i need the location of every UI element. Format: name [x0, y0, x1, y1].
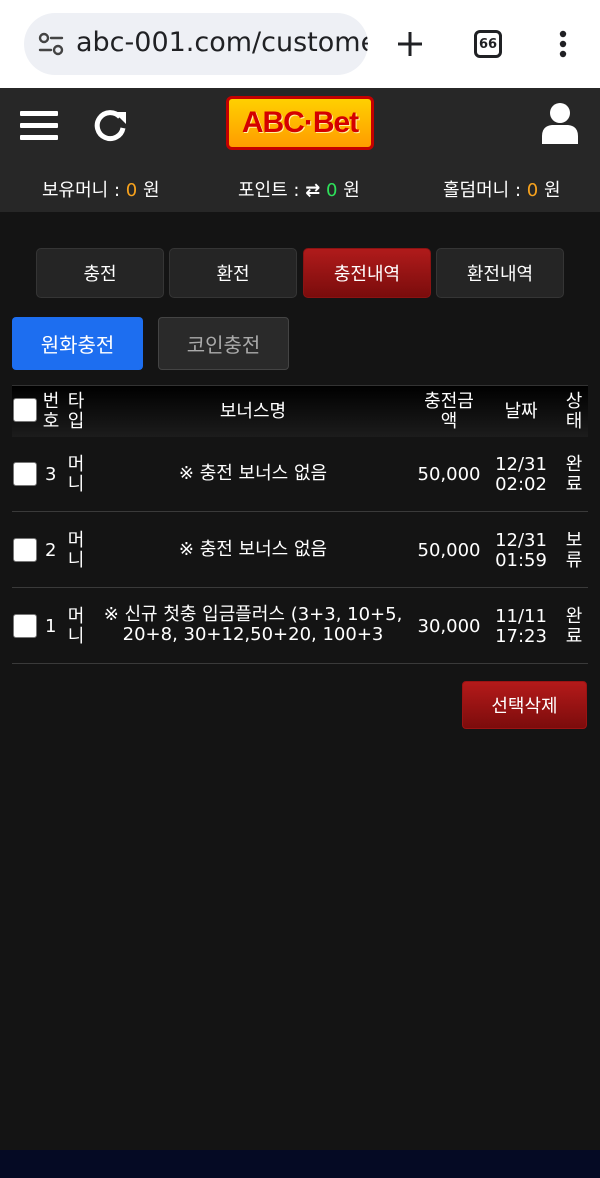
more-vert-icon	[559, 30, 567, 58]
browser-toolbar: abc-001.com/custome 66	[0, 0, 600, 88]
row-no: 2	[45, 540, 57, 561]
row-type: 머니	[67, 530, 85, 571]
subtab-coin-deposit[interactable]: 코인충전	[158, 317, 289, 370]
hamburger-menu-icon[interactable]	[20, 108, 58, 144]
point-value: 0	[326, 180, 338, 201]
row-amount: 50,000	[417, 540, 481, 561]
more-menu-button[interactable]	[541, 22, 585, 66]
logo-text: ABC·Bet	[241, 106, 359, 139]
user-profile-icon[interactable]	[540, 102, 580, 144]
header-bonus: 보너스명	[219, 401, 287, 422]
site-logo[interactable]: ABC·Bet	[226, 96, 374, 150]
plus-icon	[398, 32, 422, 56]
row-date: 12/31 01:59	[495, 530, 547, 571]
select-all-checkbox[interactable]	[13, 398, 37, 422]
row-date: 11/11 17:23	[495, 606, 547, 647]
row-status: 완료	[565, 606, 583, 647]
row-status: 보류	[565, 530, 583, 571]
hold-money-balance: 보유머니 : 0 원	[42, 180, 160, 201]
table-row: 2 머니 ※ 충전 보너스 없음 50,000 12/31 01:59 보류	[12, 513, 588, 588]
row-bonus: ※ 충전 보너스 없음	[178, 539, 328, 560]
header-status: 상태	[565, 391, 583, 432]
point-balance: 포인트 : ⇄ 0 원	[238, 180, 360, 201]
row-bonus: ※ 신규 첫충 입금플러스 (3+3, 10+5, 20+8, 30+12,50+…	[103, 604, 403, 645]
row-bonus: ※ 충전 보너스 없음	[178, 463, 328, 484]
delete-selected-button[interactable]: 선택삭제	[462, 681, 587, 729]
tab-deposit-history[interactable]: 충전내역	[303, 248, 431, 298]
row-type: 머니	[67, 454, 85, 495]
header-no: 번호	[42, 391, 60, 432]
new-tab-button[interactable]	[388, 22, 432, 66]
bottom-navigation-bar	[0, 1150, 600, 1178]
row-type: 머니	[67, 606, 85, 647]
tab-switcher-button[interactable]: 66	[466, 22, 510, 66]
holdem-money-value: 0	[526, 180, 539, 201]
table-row: 1 머니 ※ 신규 첫충 입금플러스 (3+3, 10+5, 20+8, 30+1…	[12, 589, 588, 664]
table-row: 3 머니 ※ 충전 보너스 없음 50,000 12/31 02:02 완료	[12, 437, 588, 512]
row-no: 3	[45, 464, 57, 485]
row-checkbox[interactable]	[13, 462, 37, 486]
row-amount: 30,000	[417, 616, 481, 637]
header-type: 타입	[67, 391, 85, 432]
row-checkbox[interactable]	[13, 614, 37, 638]
table-header: 번호 타입 보너스명 충전금 액 날짜 상태	[12, 385, 588, 437]
subtab-krw-deposit[interactable]: 원화충전	[12, 317, 143, 370]
exchange-arrows-icon[interactable]: ⇄	[305, 180, 320, 201]
address-bar[interactable]: abc-001.com/custome	[24, 13, 368, 75]
tab-deposit[interactable]: 충전	[36, 248, 164, 298]
tab-count: 66	[474, 30, 502, 58]
row-no: 1	[45, 616, 57, 637]
hold-money-value: 0	[125, 180, 138, 201]
tab-withdraw[interactable]: 환전	[169, 248, 297, 298]
header-date: 날짜	[504, 401, 538, 422]
url-text: abc-001.com/custome	[76, 27, 368, 58]
row-date: 12/31 02:02	[495, 454, 547, 495]
header-amount: 충전금 액	[424, 391, 474, 432]
holdem-money-balance: 홀덤머니 : 0 원	[443, 180, 561, 201]
row-checkbox[interactable]	[13, 538, 37, 562]
row-status: 완료	[565, 454, 583, 495]
row-amount: 50,000	[417, 464, 481, 485]
tab-withdraw-history[interactable]: 환전내역	[436, 248, 564, 298]
refresh-icon[interactable]	[92, 108, 128, 144]
site-settings-icon[interactable]	[38, 32, 64, 56]
